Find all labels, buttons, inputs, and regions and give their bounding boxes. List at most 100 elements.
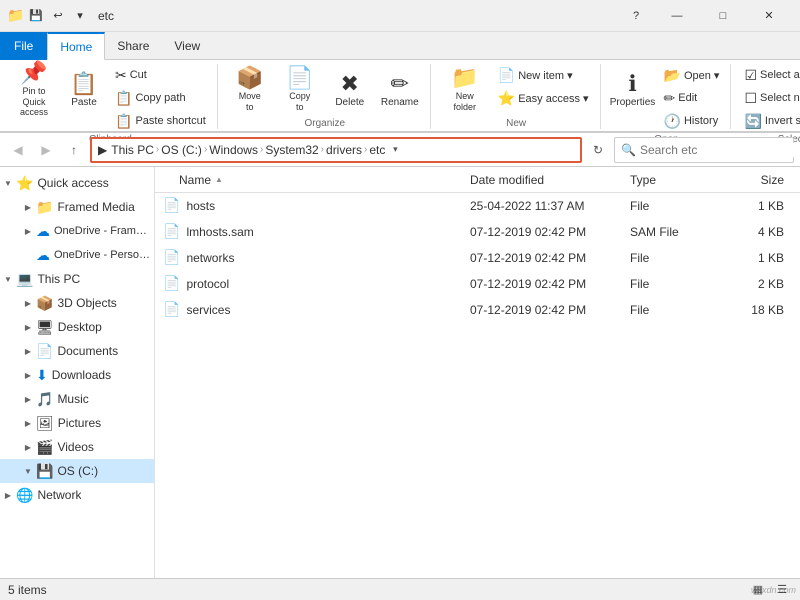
sidebar-item-onedrive-framed[interactable]: ▶ ☁ OneDrive - Framed Media [0,219,154,243]
sidebar-item-os-c[interactable]: ▼ 💾 OS (C:) [0,459,154,483]
table-row[interactable]: 📄 hosts 25-04-2022 11:37 AM File 1 KB [155,193,800,219]
tab-home[interactable]: Home [47,32,105,60]
downloads-icon: ⬇ [36,367,48,384]
status-bar: 5 items ▦ ☰ [0,578,800,600]
file-date-networks: 07-12-2019 02:42 PM [470,251,630,265]
history-button[interactable]: 🕐 History [659,110,725,132]
col-header-date[interactable]: Date modified [470,173,630,187]
ribbon-tabs: File Home Share View [0,32,800,60]
sidebar-item-framed-media[interactable]: ▶ 📁 Framed Media [0,195,154,219]
file-name-cell: 📄 hosts [155,197,470,214]
expand-downloads[interactable]: ▶ [20,367,36,383]
sidebar-item-this-pc[interactable]: ▼ 💻 This PC [0,267,154,291]
sidebar-item-quick-access[interactable]: ▼ ⭐ Quick access [0,171,154,195]
file-date-protocol: 07-12-2019 02:42 PM [470,277,630,291]
search-box[interactable]: 🔍 [614,137,794,163]
qa-dropdown-btn[interactable]: ▾ [70,6,90,26]
undo-quick-btn[interactable]: ↩ [48,6,68,26]
clipboard-content: 📌 Pin to Quickaccess 📋 Paste ✂ Cut 📋 Cop… [10,64,211,132]
name-sort-arrow: ▲ [215,175,223,184]
expand-pictures[interactable]: ▶ [20,415,36,431]
new-folder-button[interactable]: 📁 Newfolder [439,64,491,116]
sidebar-item-3d-objects[interactable]: ▶ 📦 3D Objects [0,291,154,315]
sidebar-item-onedrive-personal[interactable]: ▶ ☁ OneDrive - Personal [0,243,154,267]
properties-button[interactable]: ℹ Properties [609,64,657,116]
tab-view[interactable]: View [162,32,213,59]
sidebar-item-downloads[interactable]: ▶ ⬇ Downloads [0,363,154,387]
expand-onedrive-framed[interactable]: ▶ [20,223,36,239]
select-none-button[interactable]: ☐ Select none [739,87,800,109]
file-icon-services: 📄 [163,301,180,318]
expand-3d-objects[interactable]: ▶ [20,295,36,311]
search-input[interactable] [640,143,795,157]
select-all-button[interactable]: ☑ Select all [739,64,800,86]
expand-desktop[interactable]: ▶ [20,319,36,335]
open-icon: 📂 [664,67,681,84]
invert-selection-button[interactable]: 🔄 Invert selection [739,110,800,132]
expand-documents[interactable]: ▶ [20,343,36,359]
sidebar-item-documents[interactable]: ▶ 📄 Documents [0,339,154,363]
help-button[interactable]: ? [626,6,646,26]
paste-shortcut-button[interactable]: 📋 Paste shortcut [110,110,211,132]
col-header-type[interactable]: Type [630,173,730,187]
sidebar-item-network[interactable]: ▶ 🌐 Network [0,483,154,507]
col-header-size[interactable]: Size [730,173,800,187]
col-header-name[interactable]: Name ▲ [155,173,470,187]
forward-button[interactable]: ▶ [34,138,58,162]
sidebar-label-framed-media: Framed Media [57,200,134,214]
expand-os-c[interactable]: ▼ [20,463,36,479]
sidebar-label-this-pc: This PC [37,272,80,286]
table-row[interactable]: 📄 lmhosts.sam 07-12-2019 02:42 PM SAM Fi… [155,219,800,245]
pin-to-quick-access-button[interactable]: 📌 Pin to Quickaccess [10,64,58,116]
tab-share[interactable]: Share [105,32,162,59]
tab-file[interactable]: File [0,32,47,60]
open-button[interactable]: 📂 Open ▾ [659,64,725,86]
up-button[interactable]: ↑ [62,138,86,162]
breadcrumb-dropdown[interactable]: ▾ [387,137,403,163]
rename-icon: ✏ [391,73,409,95]
new-content: 📁 Newfolder 📄 New item ▾ ⭐ Easy access ▾ [439,64,594,116]
expand-videos[interactable]: ▶ [20,439,36,455]
delete-button[interactable]: ✖ Delete [326,64,374,116]
quick-access-toolbar: 📁 💾 ↩ ▾ [8,6,90,26]
file-size-hosts: 1 KB [730,199,800,213]
easy-access-button[interactable]: ⭐ Easy access ▾ [493,87,594,109]
paste-button[interactable]: 📋 Paste [60,64,108,116]
save-quick-btn[interactable]: 💾 [26,6,46,26]
sidebar-item-pictures[interactable]: ▶ 🖼 Pictures [0,411,154,435]
breadcrumb-sep-1: › [156,144,159,155]
expand-framed-media[interactable]: ▶ [20,199,36,215]
refresh-button[interactable]: ↻ [586,138,610,162]
table-row[interactable]: 📄 networks 07-12-2019 02:42 PM File 1 KB [155,245,800,271]
breadcrumb-thispc: ▶ [98,143,107,157]
expand-this-pc[interactable]: ▼ [0,271,16,287]
new-item-button[interactable]: 📄 New item ▾ [493,64,594,86]
ribbon-group-open: ℹ Properties 📂 Open ▾ ✏ Edit 🕐 History [603,64,732,129]
ribbon: File Home Share View 📌 Pin to Quickacces… [0,32,800,133]
cut-button[interactable]: ✂ Cut [110,64,211,86]
edit-button[interactable]: ✏ Edit [659,87,725,109]
table-row[interactable]: 📄 services 07-12-2019 02:42 PM File 18 K… [155,297,800,323]
move-to-button[interactable]: 📦 Moveto [226,64,274,116]
table-row[interactable]: 📄 protocol 07-12-2019 02:42 PM File 2 KB [155,271,800,297]
paste-icon: 📋 [70,73,97,95]
ribbon-group-new: 📁 Newfolder 📄 New item ▾ ⭐ Easy access ▾… [433,64,601,129]
expand-music[interactable]: ▶ [20,391,36,407]
sidebar: ▼ ⭐ Quick access ▶ 📁 Framed Media ▶ ☁ On… [0,167,155,578]
copy-to-button[interactable]: 📄 Copyto [276,64,324,116]
back-button[interactable]: ◀ [6,138,30,162]
sidebar-item-desktop[interactable]: ▶ 🖥 Desktop [0,315,154,339]
sidebar-item-videos[interactable]: ▶ 🎬 Videos [0,435,154,459]
expand-network[interactable]: ▶ [0,487,16,503]
address-bar[interactable]: ▶ This PC › OS (C:) › Windows › System32… [90,137,582,163]
maximize-button[interactable]: □ [700,0,746,32]
copy-path-button[interactable]: 📋 Copy path [110,87,211,109]
rename-button[interactable]: ✏ Rename [376,64,424,116]
breadcrumb-etc-label: etc [369,143,385,157]
file-date-services: 07-12-2019 02:42 PM [470,303,630,317]
close-button[interactable]: ✕ [746,0,792,32]
minimize-button[interactable]: — [654,0,700,32]
sidebar-item-music[interactable]: ▶ 🎵 Music [0,387,154,411]
expand-quick-access[interactable]: ▼ [0,175,16,191]
3d-objects-icon: 📦 [36,295,53,312]
